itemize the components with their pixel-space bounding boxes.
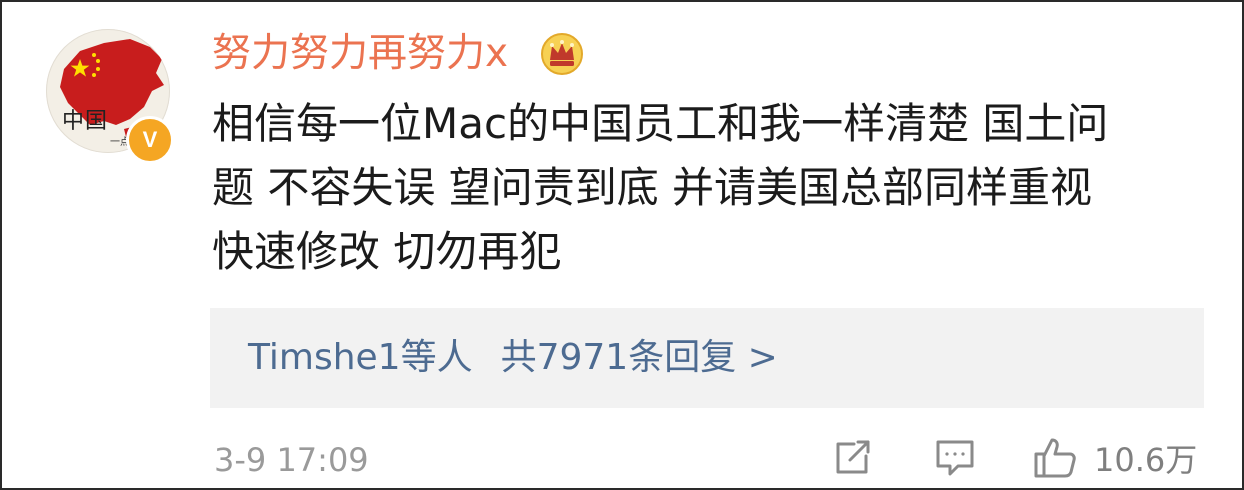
like-count: 10.6万 bbox=[1094, 441, 1198, 479]
comment-line: 快速修改 切勿再犯 bbox=[212, 227, 562, 276]
thumbs-up-icon[interactable] bbox=[1032, 434, 1080, 486]
comment-icon[interactable] bbox=[932, 434, 978, 484]
reply-users-link[interactable]: Timshe1等人 bbox=[248, 337, 473, 378]
crown-icon[interactable] bbox=[540, 32, 584, 80]
reply-count-link[interactable]: 共7971条回复 > bbox=[501, 337, 778, 378]
avatar-caption: 中国 bbox=[62, 109, 109, 134]
username-link[interactable]: 努力努力再努力x bbox=[212, 30, 508, 78]
comment-text: 相信每一位Mac的中国员工和我一样清楚 国土问 题 不容失误 望问责到底 并请美… bbox=[212, 92, 1212, 284]
share-icon[interactable] bbox=[830, 434, 876, 484]
comment-line: 相信每一位Mac的中国员工和我一样清楚 国土问 bbox=[212, 99, 1109, 148]
reply-summary[interactable]: Timshe1等人 共7971条回复 > bbox=[210, 308, 1204, 408]
timestamp: 3-9 17:09 bbox=[214, 441, 369, 479]
comment-card: 中国 一点都不能少 V 努力努力再努力x 相信每一位Mac的中国员工和我一样清楚… bbox=[0, 0, 1244, 490]
comment-line: 题 不容失误 望问责到底 并请美国总部同样重视 bbox=[212, 163, 1093, 212]
verified-badge: V bbox=[126, 116, 174, 164]
